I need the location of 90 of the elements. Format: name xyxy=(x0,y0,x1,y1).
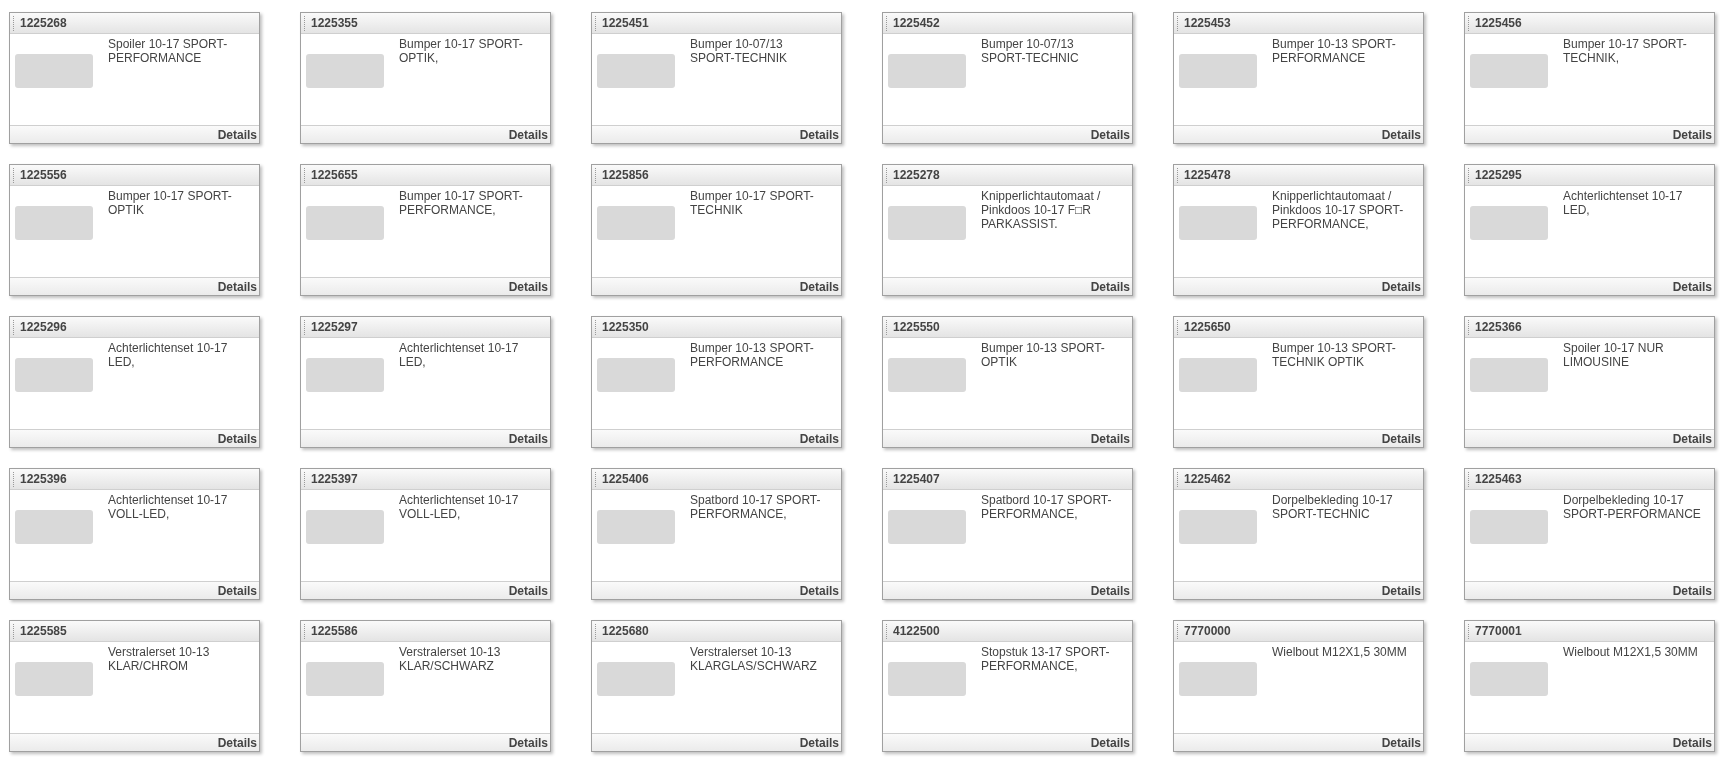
product-number: 1225463 xyxy=(1475,471,1522,488)
product-number: 1225350 xyxy=(602,319,649,336)
product-description: Bumper 10-17 SPORT-TECHNIK, xyxy=(1563,37,1688,65)
product-description: Spoiler 10-17 NUR LIMOUSINE xyxy=(1563,341,1665,369)
product-description: Bumper 10-13 SPORT-PERFORMANCE xyxy=(690,341,815,369)
details-link[interactable]: Details xyxy=(799,581,839,600)
product-number: 1225451 xyxy=(602,15,649,32)
details-link[interactable]: Details xyxy=(1090,277,1130,296)
product-description: Bumper 10-17 SPORT-OPTIK, xyxy=(399,37,524,65)
product-number: 1225268 xyxy=(20,15,67,32)
product-number: 1225650 xyxy=(1184,319,1231,336)
details-link[interactable]: Details xyxy=(1090,429,1130,448)
product-number: 1225452 xyxy=(893,15,940,32)
product-description: Bumper 10-17 SPORT-PERFORMANCE, xyxy=(399,189,524,217)
details-link[interactable]: Details xyxy=(1381,429,1421,448)
product-description: Bumper 10-13 SPORT-TECHNIK OPTIK xyxy=(1272,341,1397,369)
details-link[interactable]: Details xyxy=(508,125,548,144)
product-number: 1225655 xyxy=(311,167,358,184)
product-number: 7770001 xyxy=(1475,623,1522,640)
details-link[interactable]: Details xyxy=(1672,277,1712,296)
details-link[interactable]: Details xyxy=(1090,581,1130,600)
product-description: Verstralerset 10-13 KLAR/SCHWARZ xyxy=(399,645,502,673)
product-description: Achterlichtenset 10-17 VOLL-LED, xyxy=(399,493,520,521)
details-link[interactable]: Details xyxy=(1672,429,1712,448)
details-link[interactable]: Details xyxy=(1090,125,1130,144)
product-description: Wielbout M12X1,5 30MM xyxy=(1272,645,1408,659)
details-link[interactable]: Details xyxy=(217,125,257,144)
product-description: Bumper 10-17 SPORT-OPTIK xyxy=(108,189,233,217)
product-number: 1225456 xyxy=(1475,15,1522,32)
product-description: Dorpelbekleding 10-17 SPORT-TECHNIC xyxy=(1272,493,1394,521)
details-link[interactable]: Details xyxy=(217,581,257,600)
product-number: 4122500 xyxy=(893,623,940,640)
product-number: 1225407 xyxy=(893,471,940,488)
details-link[interactable]: Details xyxy=(1381,277,1421,296)
product-number: 1225355 xyxy=(311,15,358,32)
product-description: Bumper 10-17 SPORT-TECHNIK xyxy=(690,189,815,217)
details-link[interactable]: Details xyxy=(1672,125,1712,144)
details-link[interactable]: Details xyxy=(1381,125,1421,144)
product-description: Achterlichtenset 10-17 VOLL-LED, xyxy=(108,493,229,521)
product-number: 1225396 xyxy=(20,471,67,488)
product-number: 1225297 xyxy=(311,319,358,336)
details-link[interactable]: Details xyxy=(1672,733,1712,752)
product-description: Knipperlichtautomaat / Pinkdoos 10-17 SPORT-PERFORMANCE, xyxy=(1272,189,1405,231)
product-number: 1225680 xyxy=(602,623,649,640)
product-description: Achterlichtenset 10-17 LED, xyxy=(108,341,229,369)
product-description: Knipperlichtautomaat / Pinkdoos 10-17 F□R PARKASSIST. xyxy=(981,189,1102,231)
product-description: Bumper 10-07/13 SPORT-TECHNIK xyxy=(690,37,789,65)
product-number: 1225585 xyxy=(20,623,67,640)
product-description: Spatbord 10-17 SPORT-PERFORMANCE, xyxy=(981,493,1113,521)
product-number: 7770000 xyxy=(1184,623,1231,640)
product-description: Verstralerset 10-13 KLARGLAS/SCHWARZ xyxy=(690,645,818,673)
product-description: Dorpelbekleding 10-17 SPORT-PERFORMANCE xyxy=(1563,493,1702,521)
details-link[interactable]: Details xyxy=(508,429,548,448)
details-link[interactable]: Details xyxy=(217,277,257,296)
product-number: 1225478 xyxy=(1184,167,1231,184)
details-link[interactable]: Details xyxy=(799,125,839,144)
details-link[interactable]: Details xyxy=(799,733,839,752)
product-description: Spoiler 10-17 SPORT-PERFORMANCE xyxy=(108,37,229,65)
product-description: Achterlichtenset 10-17 LED, xyxy=(1563,189,1684,217)
product-number: 1225586 xyxy=(311,623,358,640)
product-number: 1225556 xyxy=(20,167,67,184)
details-link[interactable]: Details xyxy=(1090,733,1130,752)
details-link[interactable]: Details xyxy=(799,429,839,448)
product-number: 1225296 xyxy=(20,319,67,336)
details-link[interactable]: Details xyxy=(508,277,548,296)
product-description: Bumper 10-13 SPORT-PERFORMANCE xyxy=(1272,37,1397,65)
product-number: 1225366 xyxy=(1475,319,1522,336)
product-description: Verstralerset 10-13 KLAR/CHROM xyxy=(108,645,211,673)
details-link[interactable]: Details xyxy=(1381,581,1421,600)
product-description: Bumper 10-13 SPORT-OPTIK xyxy=(981,341,1106,369)
product-number: 1225278 xyxy=(893,167,940,184)
product-description: Stopstuk 13-17 SPORT-PERFORMANCE, xyxy=(981,645,1111,673)
product-number: 1225550 xyxy=(893,319,940,336)
product-description: Spatbord 10-17 SPORT-PERFORMANCE, xyxy=(690,493,822,521)
details-link[interactable]: Details xyxy=(217,733,257,752)
product-number: 1225462 xyxy=(1184,471,1231,488)
product-description: Achterlichtenset 10-17 LED, xyxy=(399,341,520,369)
details-link[interactable]: Details xyxy=(508,733,548,752)
details-link[interactable]: Details xyxy=(799,277,839,296)
product-description: Bumper 10-07/13 SPORT-TECHNIC xyxy=(981,37,1080,65)
details-link[interactable]: Details xyxy=(1381,733,1421,752)
details-link[interactable]: Details xyxy=(1672,581,1712,600)
product-number: 1225856 xyxy=(602,167,649,184)
details-link[interactable]: Details xyxy=(508,581,548,600)
product-number: 1225397 xyxy=(311,471,358,488)
details-link[interactable]: Details xyxy=(217,429,257,448)
product-number: 1225453 xyxy=(1184,15,1231,32)
product-number: 1225406 xyxy=(602,471,649,488)
product-number: 1225295 xyxy=(1475,167,1522,184)
product-description: Wielbout M12X1,5 30MM xyxy=(1563,645,1699,659)
